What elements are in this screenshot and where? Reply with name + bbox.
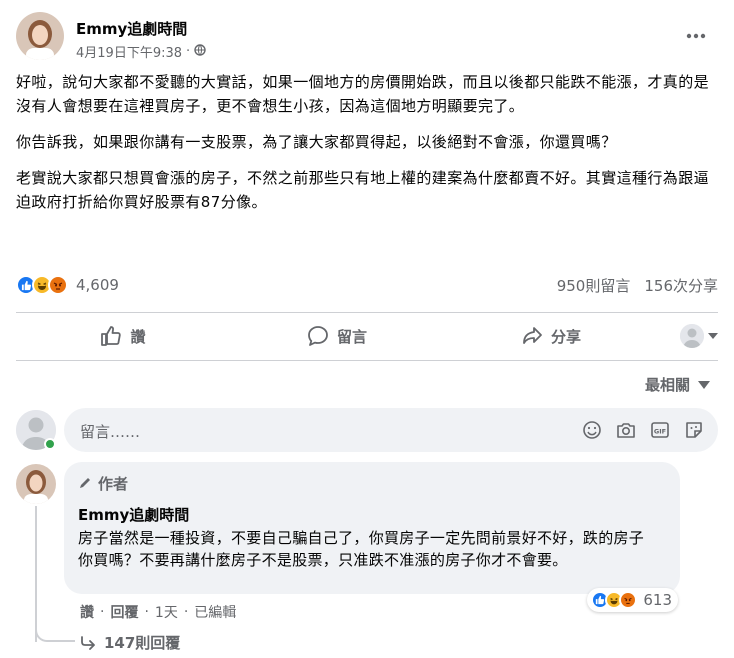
comment-composer: 留言…… GIF xyxy=(16,406,718,454)
comment-tools: GIF xyxy=(580,418,706,442)
comment-button-label: 留言 xyxy=(336,327,367,346)
camera-icon[interactable] xyxy=(614,418,638,442)
chevron-down-icon xyxy=(708,333,718,339)
ellipsis-icon xyxy=(686,33,706,39)
like-button[interactable]: 讚 xyxy=(16,316,230,356)
reply-arrow-icon xyxy=(81,635,95,650)
engagement-counts: 950則留言 156次分享 xyxy=(557,275,718,296)
comment-reply-button[interactable]: 回覆 xyxy=(110,602,138,622)
angry-reaction-icon xyxy=(48,275,68,295)
view-replies-label: 147則回覆 xyxy=(104,634,181,652)
comment-icon xyxy=(308,326,328,346)
sort-label: 最相關 xyxy=(644,376,690,394)
divider xyxy=(16,360,718,361)
chevron-down-icon xyxy=(698,380,710,389)
thumbs-up-icon xyxy=(101,326,122,346)
reactions-bar: 4,609 950則留言 156次分享 xyxy=(16,270,718,300)
post-header: Emmy追劇時間 4月19日下午9:38 · xyxy=(16,12,718,64)
comment-button[interactable]: 留言 xyxy=(230,316,444,356)
post-action-row: 讚 留言 分享 xyxy=(16,316,718,356)
share-button[interactable]: 分享 xyxy=(444,316,658,356)
reaction-summary[interactable]: 4,609 xyxy=(16,275,119,295)
share-icon xyxy=(523,327,542,344)
author-avatar[interactable] xyxy=(16,12,64,60)
comment-author-name[interactable]: Emmy追劇時間 xyxy=(78,504,666,525)
reaction-count[interactable]: 4,609 xyxy=(76,276,119,294)
comment-actions: 讚 · 回覆 · 1天 · 已編輯 xyxy=(80,602,237,622)
post-author-name[interactable]: Emmy追劇時間 xyxy=(76,18,187,39)
comment-sort-dropdown[interactable]: 最相關 xyxy=(645,374,710,395)
comment-count[interactable]: 950則留言 xyxy=(557,275,631,296)
comment-age[interactable]: 1天 xyxy=(155,602,178,622)
angry-reaction-icon xyxy=(619,591,638,609)
comment-reaction-summary[interactable]: 613 xyxy=(587,588,678,612)
comment-author-avatar[interactable] xyxy=(16,464,56,504)
thread-connector xyxy=(35,620,75,642)
comment-edited-label[interactable]: 已編輯 xyxy=(194,602,236,622)
post-body: 好啦，說句大家都不愛聽的大實話，如果一個地方的房價開始跌，而且以後都只能跌不能漲… xyxy=(16,70,718,226)
sticker-icon[interactable] xyxy=(682,418,706,442)
comment-text: 房子當然是一種投資，不要自己騙自己了，你買房子一定先問前景好不好，跌的房子你買嗎… xyxy=(78,529,645,569)
comment-bubble: 作者 Emmy追劇時間 房子當然是一種投資，不要自己騙自己了，你買房子一定先問前… xyxy=(64,462,680,594)
post-paragraph: 好啦，說句大家都不愛聽的大實話，如果一個地方的房價開始跌，而且以後都只能跌不能漲… xyxy=(16,73,710,115)
avatar xyxy=(680,324,704,348)
gif-icon[interactable]: GIF xyxy=(648,418,672,442)
post-paragraph: 你告訴我，如果跟你講有一支股票，為了讓大家都買得起，以後絕對不會漲，你還買嗎？ xyxy=(16,133,617,151)
comment-input-placeholder: 留言…… xyxy=(80,423,141,441)
audience-selector[interactable] xyxy=(658,324,718,348)
comment-reaction-count: 613 xyxy=(643,591,672,609)
post-timestamp[interactable]: 4月19日下午9:38 xyxy=(76,42,182,61)
share-button-label: 分享 xyxy=(550,327,581,346)
emoji-icon[interactable] xyxy=(580,418,604,442)
svg-text:GIF: GIF xyxy=(654,428,666,436)
comment-input[interactable]: 留言…… GIF xyxy=(64,408,718,452)
divider xyxy=(16,312,718,313)
author-badge-label: 作者 xyxy=(98,474,129,493)
online-status-dot xyxy=(44,438,56,450)
post-paragraph: 老實說大家都只想買會漲的房子，不然之前那些只有地上權的建案為什麼都賣不好。其實這… xyxy=(16,169,710,211)
pencil-icon xyxy=(80,478,90,488)
globe-icon xyxy=(194,43,206,60)
more-options-button[interactable] xyxy=(682,24,710,48)
view-replies-link[interactable]: 147則回覆 xyxy=(80,632,180,653)
like-button-label: 讚 xyxy=(130,327,146,346)
comment-like-button[interactable]: 讚 xyxy=(80,602,94,622)
post-meta: 4月19日下午9:38 · xyxy=(76,42,206,61)
share-count[interactable]: 156次分享 xyxy=(644,275,718,296)
author-badge: 作者 xyxy=(78,472,666,494)
